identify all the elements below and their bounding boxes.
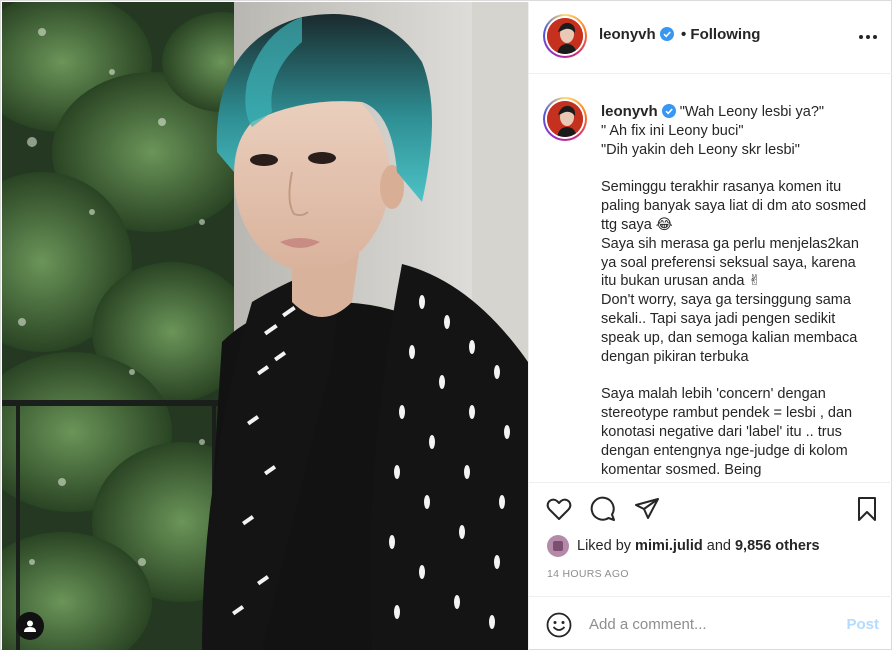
header-username[interactable]: leonyvh [599, 26, 674, 43]
post-details-panel: leonyvh • Following leonyvh "Wah Leony l… [528, 2, 892, 650]
share-icon[interactable] [633, 495, 661, 523]
caption-line: " Ah fix ini Leony buci" [601, 122, 744, 139]
liker-avatar[interactable] [547, 535, 569, 557]
post-button[interactable]: Post [846, 616, 879, 633]
heart-icon[interactable] [545, 495, 573, 523]
liked-by-user-link[interactable]: mimi.julid [635, 538, 703, 554]
caption-line: Saya malah lebih 'concern' dengan stereo… [601, 386, 857, 478]
post-timestamp[interactable]: 14 HOURS AGO [547, 568, 629, 580]
caption-section: leonyvh "Wah Leony lesbi ya?" " Ah fix i… [529, 75, 892, 481]
verified-badge-icon [659, 27, 674, 41]
username-text[interactable]: leonyvh [599, 26, 656, 43]
user-tag-icon[interactable] [16, 612, 44, 640]
bookmark-icon[interactable] [853, 495, 881, 523]
more-options-icon[interactable] [857, 26, 879, 48]
caption-line: Don't worry, saya ga tersinggung sama se… [601, 292, 862, 365]
caption-text: leonyvh "Wah Leony lesbi ya?" " Ah fix i… [601, 103, 873, 479]
post-modal: leonyvh • Following leonyvh "Wah Leony l… [0, 0, 892, 650]
caption-line: "Dih yakin deh Leony skr lesbi" [601, 141, 800, 158]
comment-icon[interactable] [589, 495, 617, 523]
comment-input[interactable] [589, 609, 819, 639]
caption-username[interactable]: leonyvh [601, 103, 658, 120]
caption-line: Seminggu terakhir rasanya komen itu pali… [601, 179, 871, 233]
liked-by-prefix: Liked by [577, 538, 632, 554]
comment-bar: Post [529, 596, 892, 650]
emoji-icon[interactable] [545, 611, 573, 639]
post-header: leonyvh • Following [529, 2, 892, 74]
action-bar [529, 482, 892, 524]
caption-avatar[interactable] [543, 97, 587, 141]
liked-by-and: and [706, 538, 731, 554]
avatar[interactable] [543, 14, 587, 58]
likes-summary: Liked by mimi.julid and 9,856 others [547, 534, 820, 558]
caption-line: "Wah Leony lesbi ya?" [679, 104, 825, 120]
caption-line: Saya sih merasa ga perlu menjelas2kan ya… [601, 235, 863, 290]
photo-illustration [2, 2, 528, 650]
follow-status-button[interactable]: • Following [681, 26, 760, 43]
others-count-link[interactable]: 9,856 others [735, 538, 820, 554]
verified-badge-icon [661, 104, 676, 118]
post-photo[interactable] [2, 2, 528, 650]
